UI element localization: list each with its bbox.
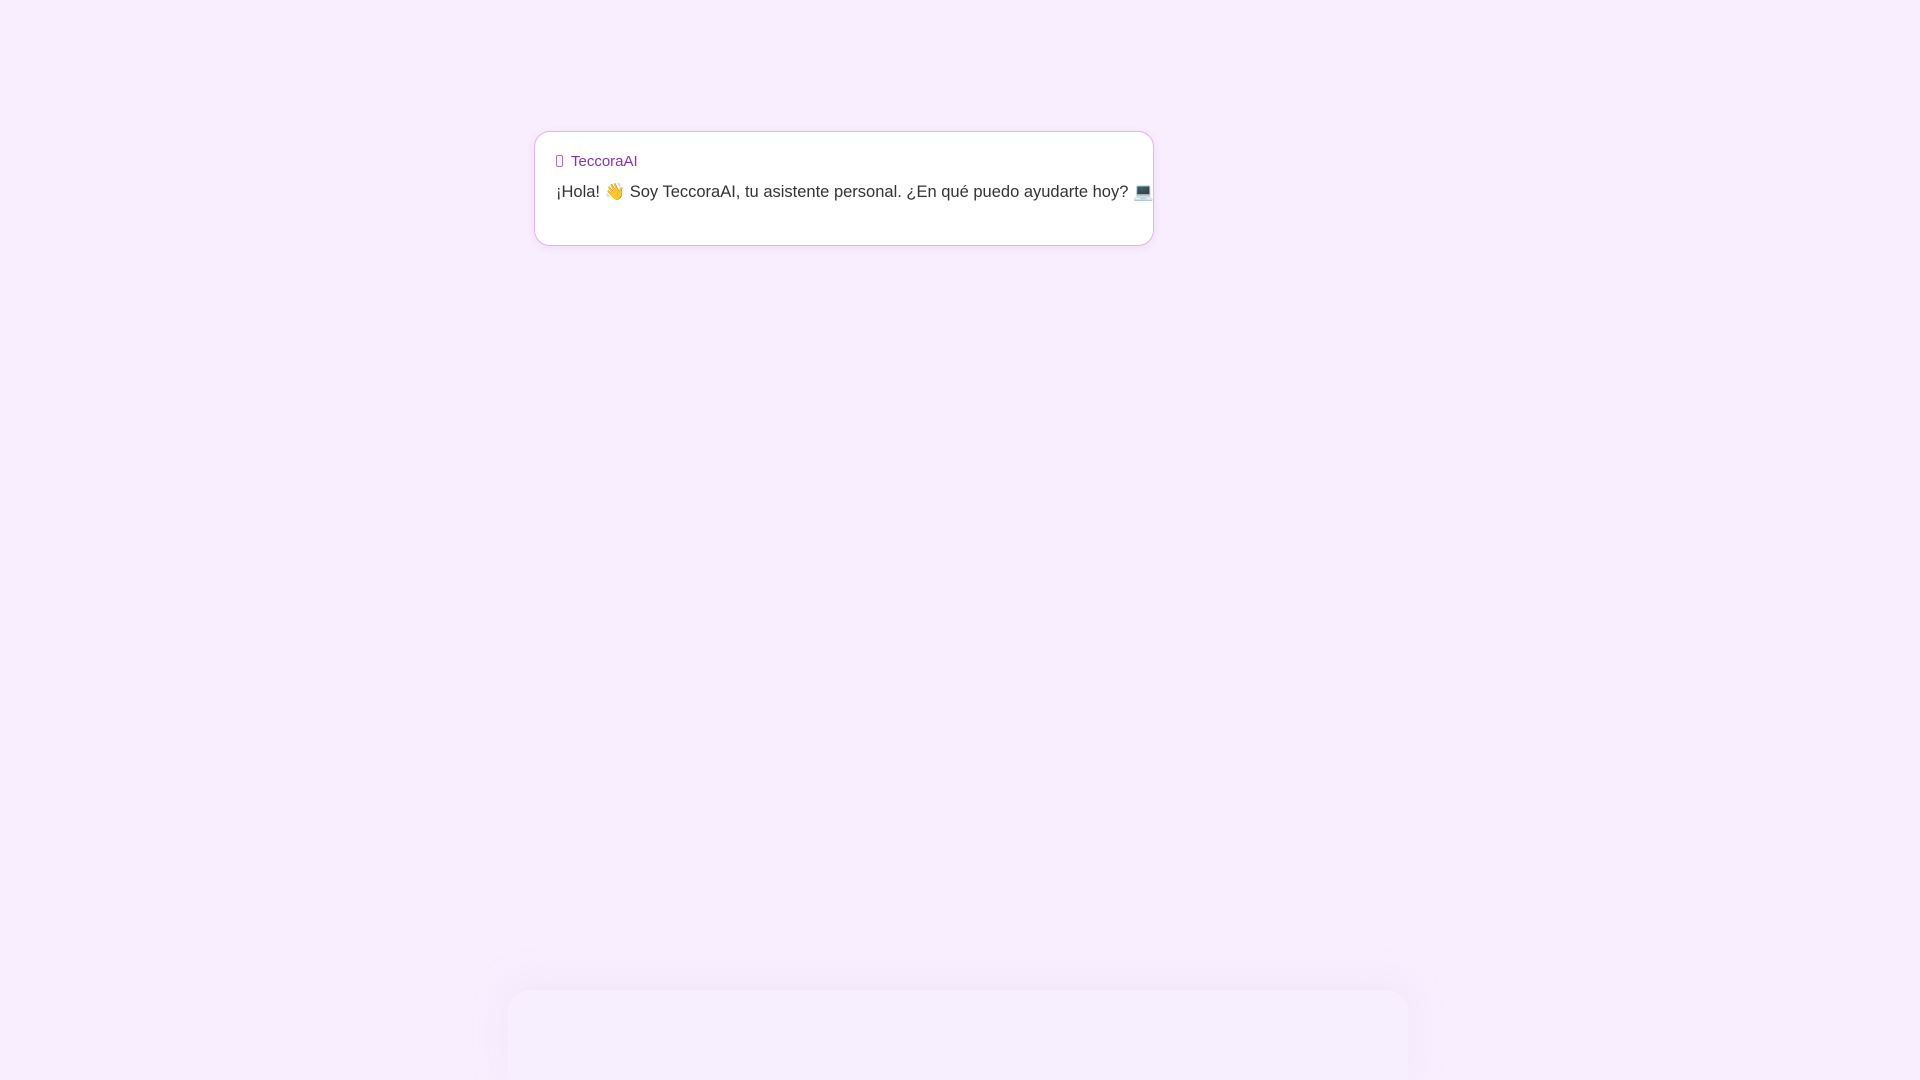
chat-messages: TeccoraAI ¡Hola! 👋 Soy TeccoraAI, tu asi…: [534, 131, 1154, 246]
bot-icon: [556, 155, 563, 167]
chat-page: TeccoraAI ¡Hola! 👋 Soy TeccoraAI, tu asi…: [0, 0, 1920, 1080]
message-header: TeccoraAI: [556, 151, 1133, 171]
message-text: ¡Hola! 👋 Soy TeccoraAI, tu asistente per…: [556, 183, 1154, 201]
assistant-message: TeccoraAI ¡Hola! 👋 Soy TeccoraAI, tu asi…: [534, 131, 1154, 246]
composer-area: [508, 990, 1408, 1080]
sender-name: TeccoraAI: [571, 152, 638, 170]
